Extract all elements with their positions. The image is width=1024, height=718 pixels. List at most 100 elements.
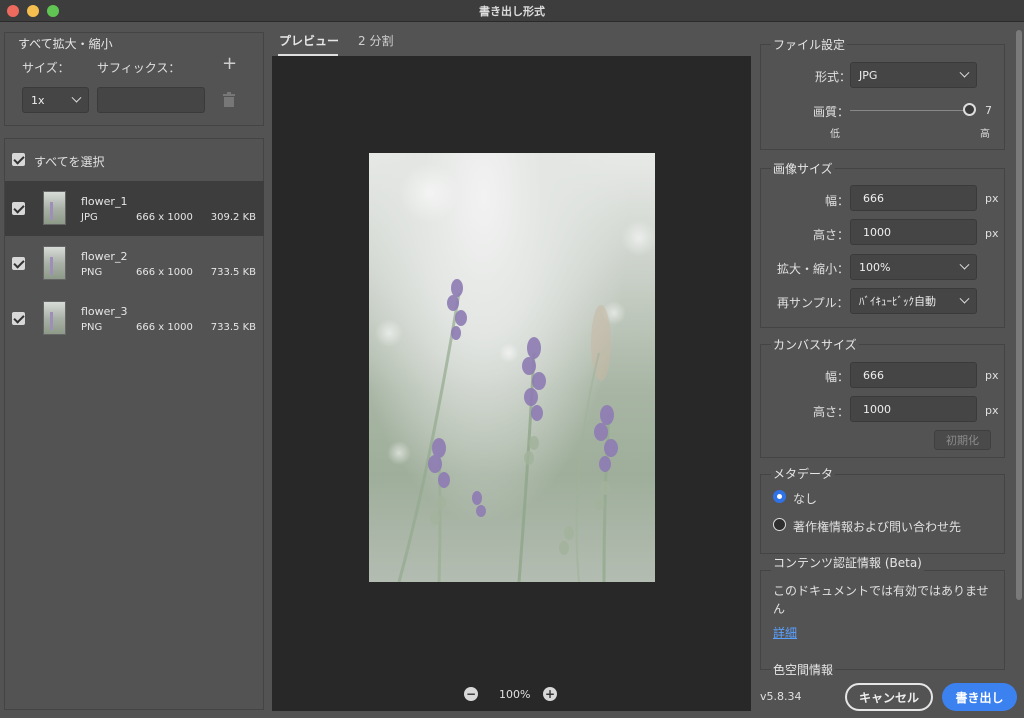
image-height-label: 高さ：	[813, 228, 850, 242]
canvas-width-label: 幅：	[825, 370, 850, 384]
file-row-flower-3[interactable]: flower_3 PNG 666 x 1000 733.5 KB	[5, 291, 264, 346]
metadata-title: メタデータ	[771, 465, 836, 482]
file-thumbnail	[43, 301, 66, 335]
metadata-group	[760, 474, 1005, 554]
scale-label: 拡大・縮小：	[777, 262, 850, 276]
image-width-input[interactable]: 666	[850, 185, 977, 211]
select-all-checkbox[interactable]	[12, 153, 25, 166]
image-height-input[interactable]: 1000	[850, 219, 977, 245]
export-button[interactable]: 書き出し	[942, 683, 1017, 711]
minimize-window-button[interactable]	[27, 5, 39, 17]
settings-scrollbar[interactable]	[1016, 30, 1022, 600]
tab-preview[interactable]: プレビュー	[279, 32, 339, 49]
format-select-value: JPG	[859, 68, 878, 82]
close-window-button[interactable]	[7, 5, 19, 17]
canvas-height-unit: px	[985, 404, 999, 417]
quality-slider-handle[interactable]	[963, 103, 976, 116]
chevron-down-icon	[71, 92, 82, 103]
quality-label: 画質：	[813, 105, 850, 119]
file-size: 309.2 KB	[210, 212, 256, 223]
image-width-unit: px	[985, 192, 999, 205]
tab-split[interactable]: 2 分割	[358, 32, 393, 49]
plus-circle-icon[interactable]: +	[543, 687, 557, 701]
resample-select-value: ﾊﾞｲｷｭｰﾋﾞｯｸ自動	[859, 295, 936, 308]
size-select-value: 1x	[31, 93, 45, 107]
suffix-input[interactable]	[97, 87, 205, 113]
trash-icon[interactable]	[222, 92, 236, 108]
plus-icon[interactable]: +	[222, 54, 237, 74]
flower-illustration	[375, 163, 655, 582]
zoom-level: 100%	[499, 688, 531, 701]
format-select[interactable]: JPG	[850, 62, 977, 88]
zoom-window-button[interactable]	[47, 5, 59, 17]
reset-canvas-button[interactable]: 初期化	[934, 430, 991, 450]
canvas-height-label: 高さ：	[813, 405, 850, 419]
metadata-none-radio[interactable]	[773, 490, 786, 503]
canvas-height-input[interactable]: 1000	[850, 396, 977, 422]
file-thumbnail	[43, 246, 66, 280]
quality-value: 7	[985, 104, 992, 117]
file-checkbox[interactable]	[12, 312, 25, 325]
content-credentials-message: このドキュメントでは有効ではありません	[773, 584, 989, 616]
resample-select[interactable]: ﾊﾞｲｷｭｰﾋﾞｯｸ自動	[850, 288, 977, 314]
file-type: PNG	[81, 267, 103, 278]
resample-label: 再サンプル：	[777, 296, 849, 310]
left-panel: すべて拡大・縮小 サイズ： サフィックス： + 1x すべてを選択 flower…	[0, 22, 270, 718]
size-select[interactable]: 1x	[22, 87, 89, 113]
image-size-title: 画像サイズ	[771, 160, 835, 177]
title-bar: 書き出し形式	[0, 0, 1024, 22]
window-controls	[7, 5, 59, 17]
file-name: flower_1	[81, 195, 128, 208]
minus-circle-icon[interactable]: −	[464, 687, 478, 701]
chevron-down-icon	[959, 293, 970, 304]
window-title: 書き出し形式	[479, 4, 545, 18]
file-size: 733.5 KB	[210, 322, 256, 333]
scale-select[interactable]: 100%	[850, 254, 977, 280]
content-credentials-title: コンテンツ認証情報 (Beta)	[771, 554, 924, 571]
file-name: flower_3	[81, 305, 128, 318]
preview-canvas[interactable]: − 100% +	[272, 56, 751, 711]
canvas-width-input[interactable]: 666	[850, 362, 977, 388]
metadata-none-label: なし	[793, 492, 818, 506]
file-dimensions: 666 x 1000	[136, 267, 193, 278]
metadata-copyright-radio[interactable]	[773, 518, 786, 531]
select-all-label: すべてを選択	[34, 155, 105, 169]
file-checkbox[interactable]	[12, 202, 25, 215]
scale-all-title: すべて拡大・縮小	[16, 35, 115, 52]
file-dimensions: 666 x 1000	[136, 212, 193, 223]
file-dimensions: 666 x 1000	[136, 322, 193, 333]
preview-image	[369, 153, 655, 582]
image-width-label: 幅：	[825, 194, 850, 208]
cancel-button[interactable]: キャンセル	[845, 683, 933, 711]
canvas-width-unit: px	[985, 369, 999, 382]
details-link[interactable]: 詳細	[773, 624, 797, 641]
chevron-down-icon	[959, 67, 970, 78]
file-checkbox[interactable]	[12, 257, 25, 270]
version-label: v5.8.34	[760, 690, 802, 703]
canvas-size-title: カンバスサイズ	[771, 336, 859, 353]
file-row-flower-1[interactable]: flower_1 JPG 666 x 1000 309.2 KB	[5, 181, 264, 236]
zoom-controls: − 100% +	[272, 685, 751, 705]
color-space-title: 色空間情報	[771, 661, 836, 678]
file-type: JPG	[81, 212, 98, 223]
scale-select-value: 100%	[859, 260, 891, 274]
chevron-down-icon	[959, 259, 970, 270]
size-label: サイズ：	[22, 61, 70, 75]
suffix-label: サフィックス：	[97, 61, 181, 75]
quality-high-label: 高	[980, 129, 990, 140]
file-settings-title: ファイル設定	[771, 36, 848, 53]
metadata-copyright-label: 著作権情報および問い合わせ先	[793, 520, 962, 534]
file-name: flower_2	[81, 250, 128, 263]
preview-panel: プレビュー 2 分割 − 100% +	[270, 22, 753, 718]
file-thumbnail	[43, 191, 66, 225]
preview-tabs: プレビュー 2 分割	[270, 22, 753, 56]
file-size: 733.5 KB	[210, 267, 256, 278]
quality-slider-track[interactable]	[850, 110, 970, 111]
file-settings-group	[760, 44, 1005, 150]
format-label: 形式：	[815, 70, 852, 84]
file-type: PNG	[81, 322, 103, 333]
quality-low-label: 低	[830, 129, 840, 140]
settings-panel: ファイル設定 形式： JPG 画質： 7 低 高 画像サイズ 幅： 666 px…	[753, 22, 1024, 718]
image-height-unit: px	[985, 227, 999, 240]
file-row-flower-2[interactable]: flower_2 PNG 666 x 1000 733.5 KB	[5, 236, 264, 291]
